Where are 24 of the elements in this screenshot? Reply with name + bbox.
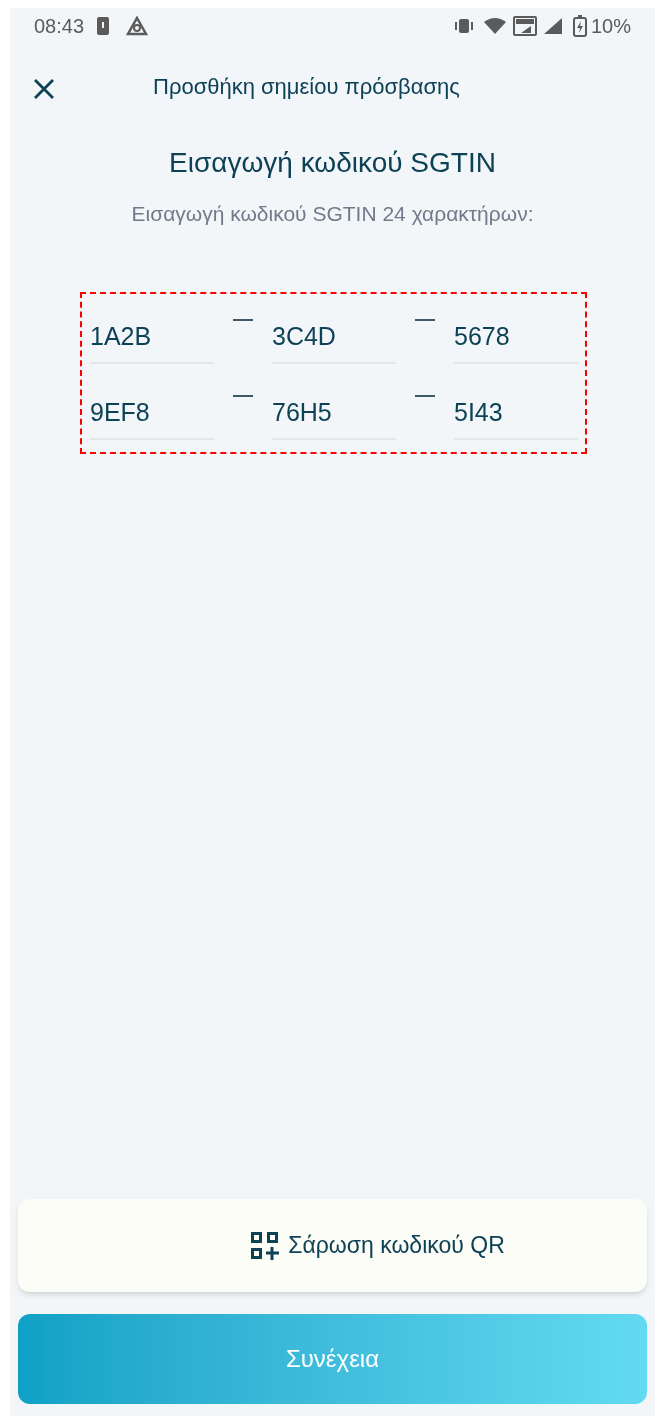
- subheading: Εισαγωγή κωδικού SGTIN 24 χαρακτήρων:: [131, 201, 534, 227]
- screen-title: Προσθήκη σημείου πρόσβασης: [153, 72, 460, 101]
- code-field[interactable]: 5678: [454, 303, 578, 364]
- code-field[interactable]: 1A2B: [90, 303, 214, 364]
- status-time: 08:43: [34, 14, 85, 39]
- dash-icon: [415, 394, 435, 397]
- battery-icon: [572, 15, 587, 37]
- code-field[interactable]: 76H5: [272, 379, 396, 440]
- signal-icon: [542, 17, 563, 35]
- code-field[interactable]: 3C4D: [272, 303, 396, 364]
- dash-icon: [415, 318, 435, 321]
- scan-qr-button[interactable]: Σάρωση κωδικού QR: [18, 1199, 647, 1292]
- dash-icon: [233, 318, 253, 321]
- code-field[interactable]: 9EF8: [90, 379, 214, 440]
- qr-code-icon: [250, 1230, 281, 1261]
- phone-icon: [96, 16, 111, 36]
- triangle-icon: [126, 16, 149, 36]
- wifi-icon: [482, 17, 507, 35]
- dash-icon: [233, 394, 253, 397]
- heading: Εισαγωγή κωδικού SGTIN: [169, 146, 496, 180]
- volte-icon: [512, 16, 537, 36]
- code-field[interactable]: 5I43: [454, 379, 578, 440]
- battery-level: 10%: [590, 14, 631, 39]
- vibrate-icon: [452, 17, 475, 35]
